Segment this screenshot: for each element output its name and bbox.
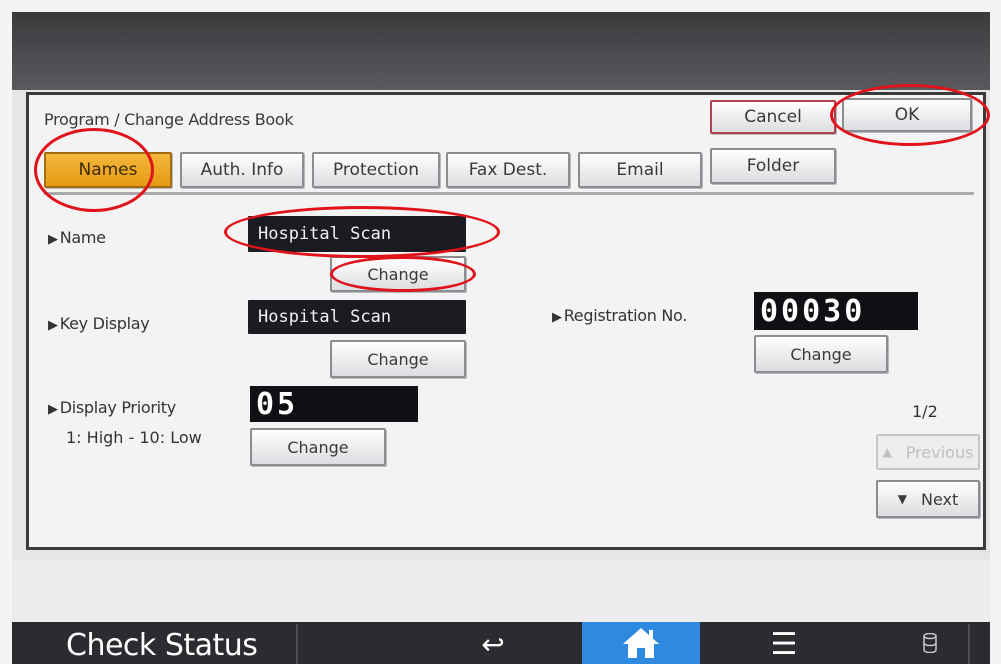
next-button[interactable]: ▼ Next: [876, 480, 980, 518]
next-label: Next: [920, 489, 959, 509]
previous-button[interactable]: ▲ Previous: [876, 434, 980, 470]
screen-header: [12, 12, 990, 90]
annotation-circle-name-field: [224, 206, 500, 258]
tab-auth-info[interactable]: Auth. Info: [180, 152, 304, 188]
key-display-change-button[interactable]: Change: [330, 340, 466, 378]
check-status-button[interactable]: Check Status: [66, 628, 258, 663]
down-triangle-icon: ▼: [897, 492, 907, 506]
display-priority-field: 05: [250, 386, 418, 422]
display-priority-change-button[interactable]: Change: [250, 428, 386, 466]
registration-no-label: Registration No.: [552, 306, 688, 325]
dialog-title: Program / Change Address Book: [44, 110, 294, 129]
name-label: Name: [48, 228, 106, 247]
page-indicator: 1/2: [912, 402, 938, 421]
tab-email[interactable]: Email: [578, 152, 702, 188]
annotation-circle-ok: [830, 84, 990, 146]
previous-label: Previous: [905, 442, 974, 462]
registration-no-field: 00030: [754, 292, 918, 330]
tab-protection[interactable]: Protection: [312, 152, 440, 188]
storage-glyph: [923, 633, 937, 653]
tab-folder[interactable]: Folder: [710, 148, 836, 184]
cancel-button[interactable]: Cancel: [710, 100, 836, 134]
key-display-label: Key Display: [48, 314, 150, 333]
display-priority-label: Display Priority: [48, 398, 177, 417]
screen-footer-area: [12, 560, 990, 622]
up-triangle-icon: ▲: [882, 445, 892, 459]
annotation-circle-change: [330, 256, 476, 292]
annotation-circle-names-tab: [34, 128, 154, 212]
home-button[interactable]: [582, 622, 700, 664]
tab-fax-dest[interactable]: Fax Dest.: [446, 152, 570, 188]
status-bar-divider: [296, 624, 298, 664]
home-icon: [623, 628, 659, 658]
key-display-field: Hospital Scan: [248, 300, 466, 334]
back-arrow-icon[interactable]: ↩: [472, 628, 514, 661]
status-bar-divider: [968, 624, 970, 664]
storage-icon[interactable]: [920, 630, 940, 656]
device-bezel-right: [990, 0, 1001, 664]
tab-divider: [44, 192, 974, 195]
registration-no-change-button[interactable]: Change: [754, 335, 888, 373]
display-priority-range: 1: High - 10: Low: [66, 428, 202, 447]
device-bezel-left: [0, 0, 12, 664]
device-bezel-top: [0, 0, 1001, 12]
menu-icon[interactable]: ☰: [764, 627, 804, 662]
